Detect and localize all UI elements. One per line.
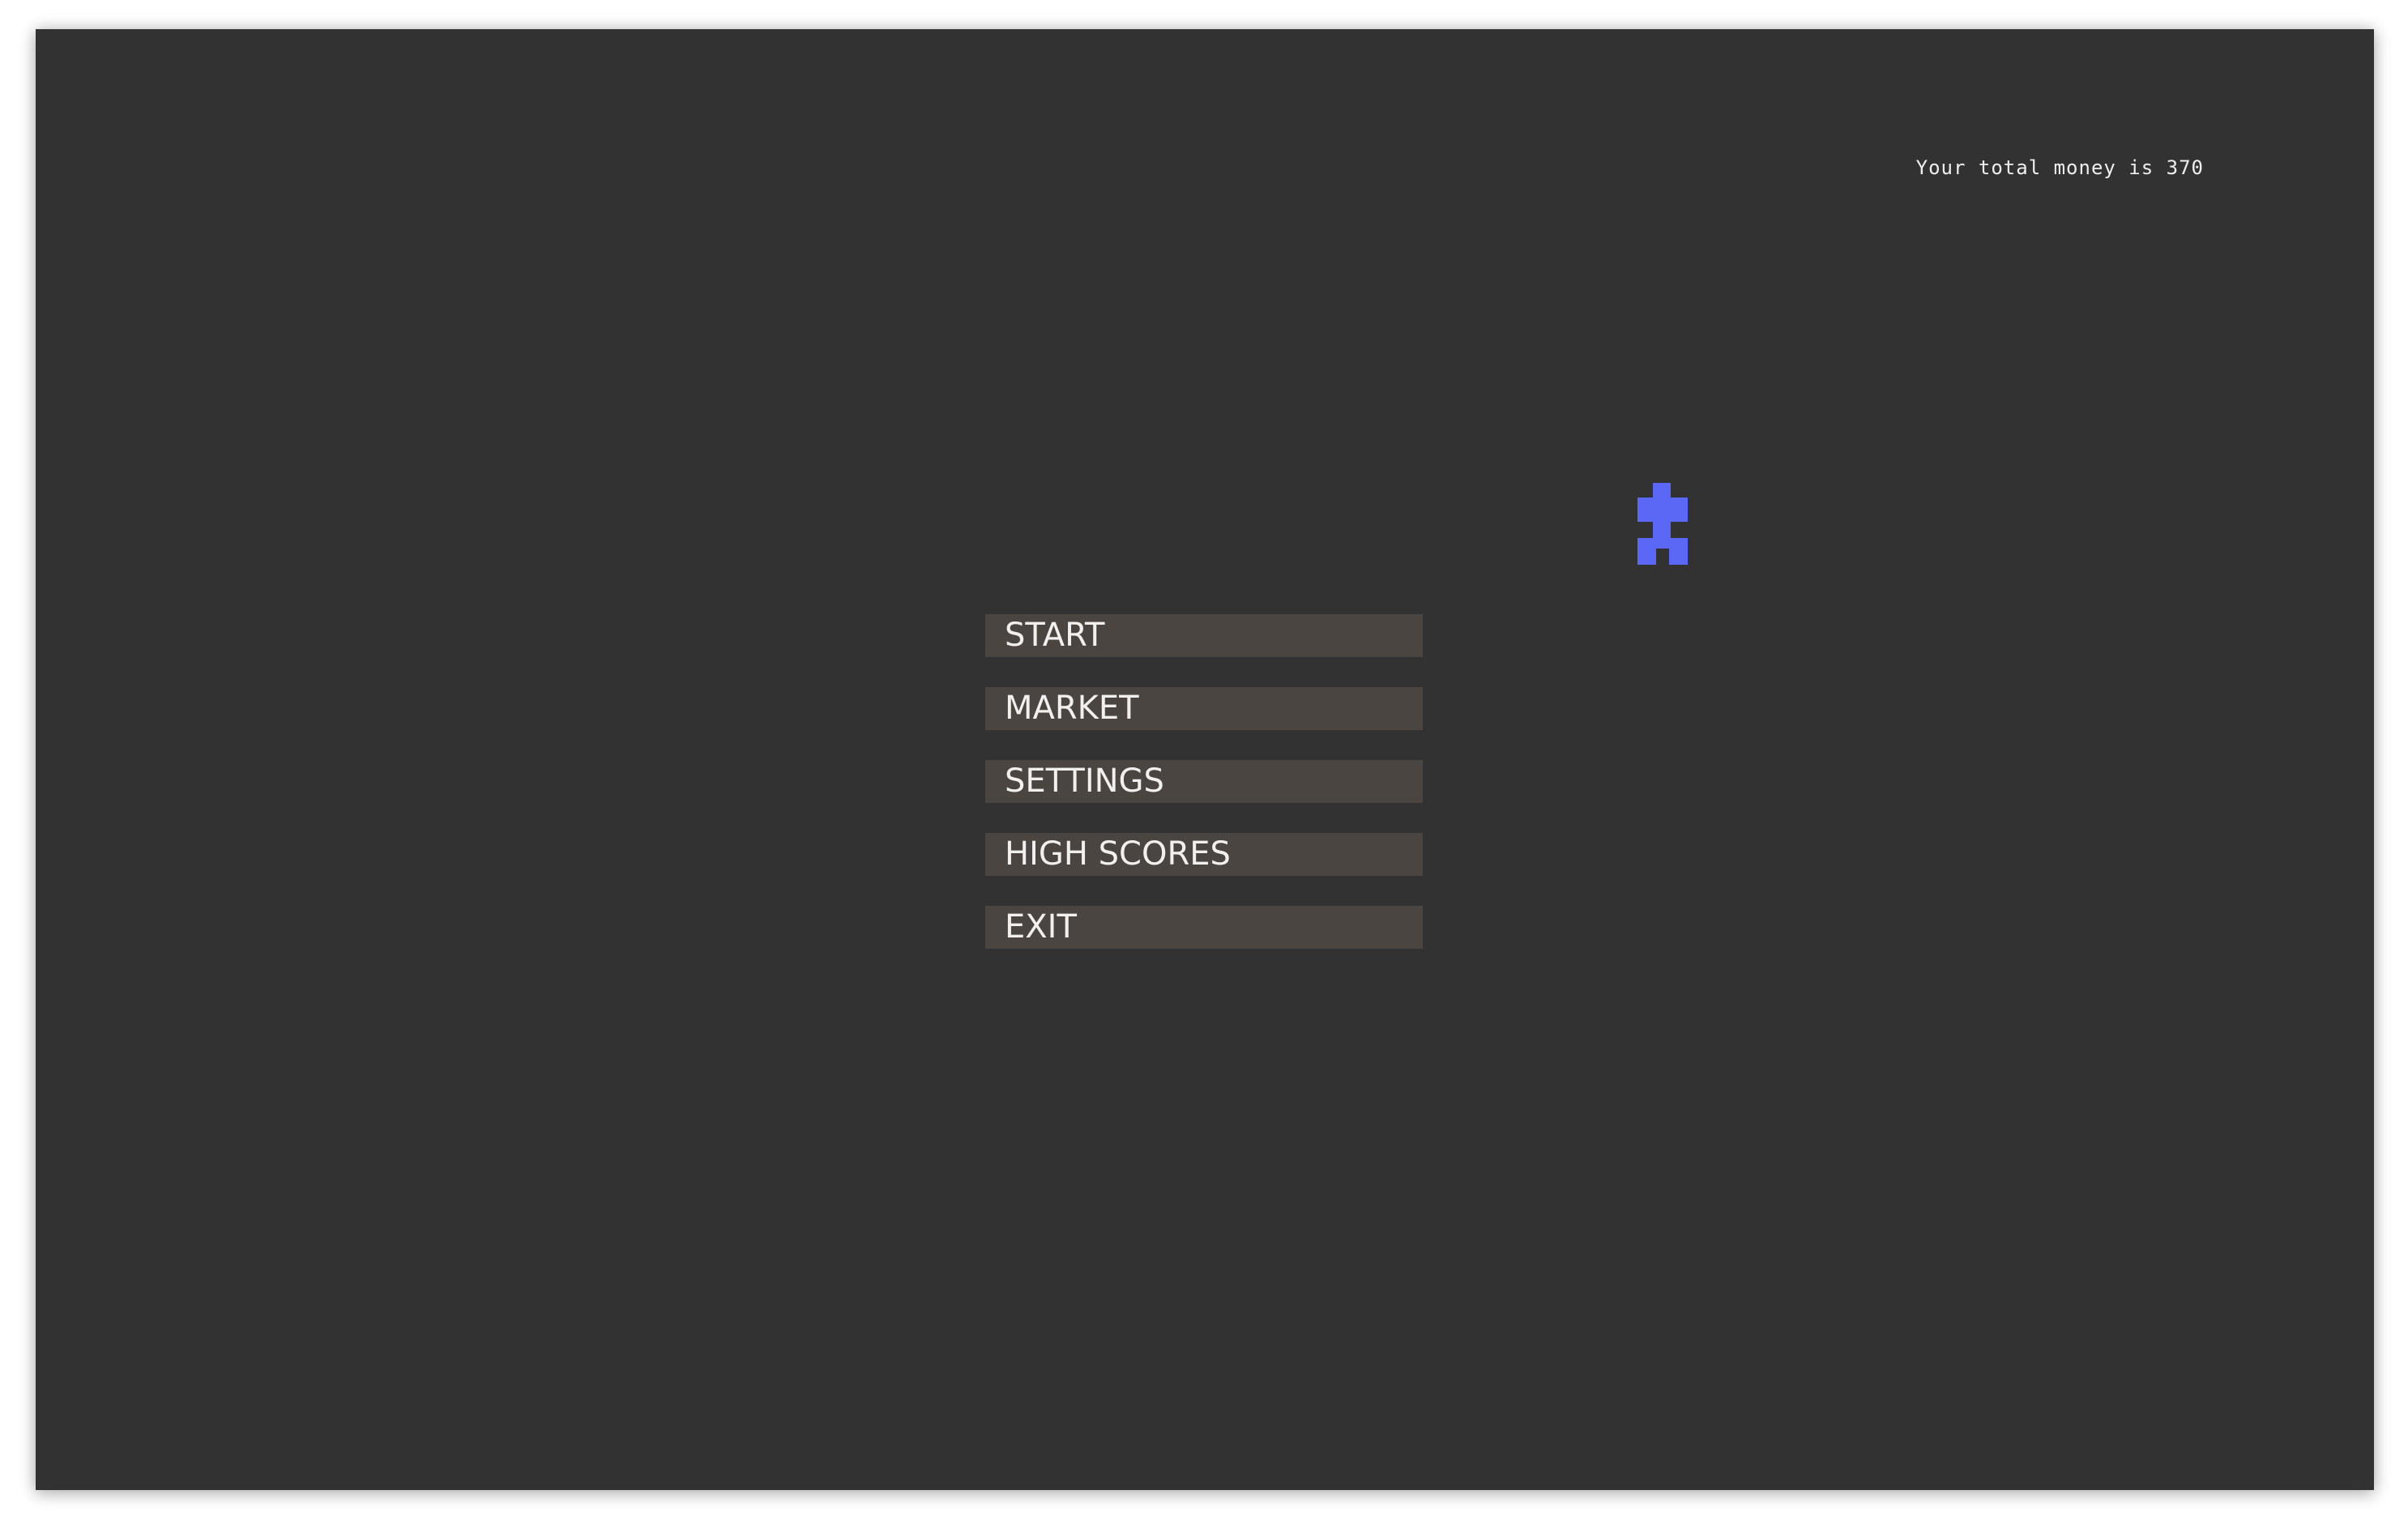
settings-button[interactable]: SETTINGS <box>985 760 1423 803</box>
start-button[interactable]: START <box>985 614 1423 657</box>
puzzle-piece-icon <box>1637 483 1688 565</box>
main-menu: START MARKET SETTINGS HIGH SCORES EXIT <box>985 614 1423 979</box>
market-button[interactable]: MARKET <box>985 687 1423 730</box>
exit-button[interactable]: EXIT <box>985 906 1423 949</box>
high-scores-button[interactable]: HIGH SCORES <box>985 833 1423 876</box>
total-money-label: Your total money is 370 <box>1915 156 2204 179</box>
game-window: Your total money is 370 START MARKET SET… <box>36 29 2374 1490</box>
